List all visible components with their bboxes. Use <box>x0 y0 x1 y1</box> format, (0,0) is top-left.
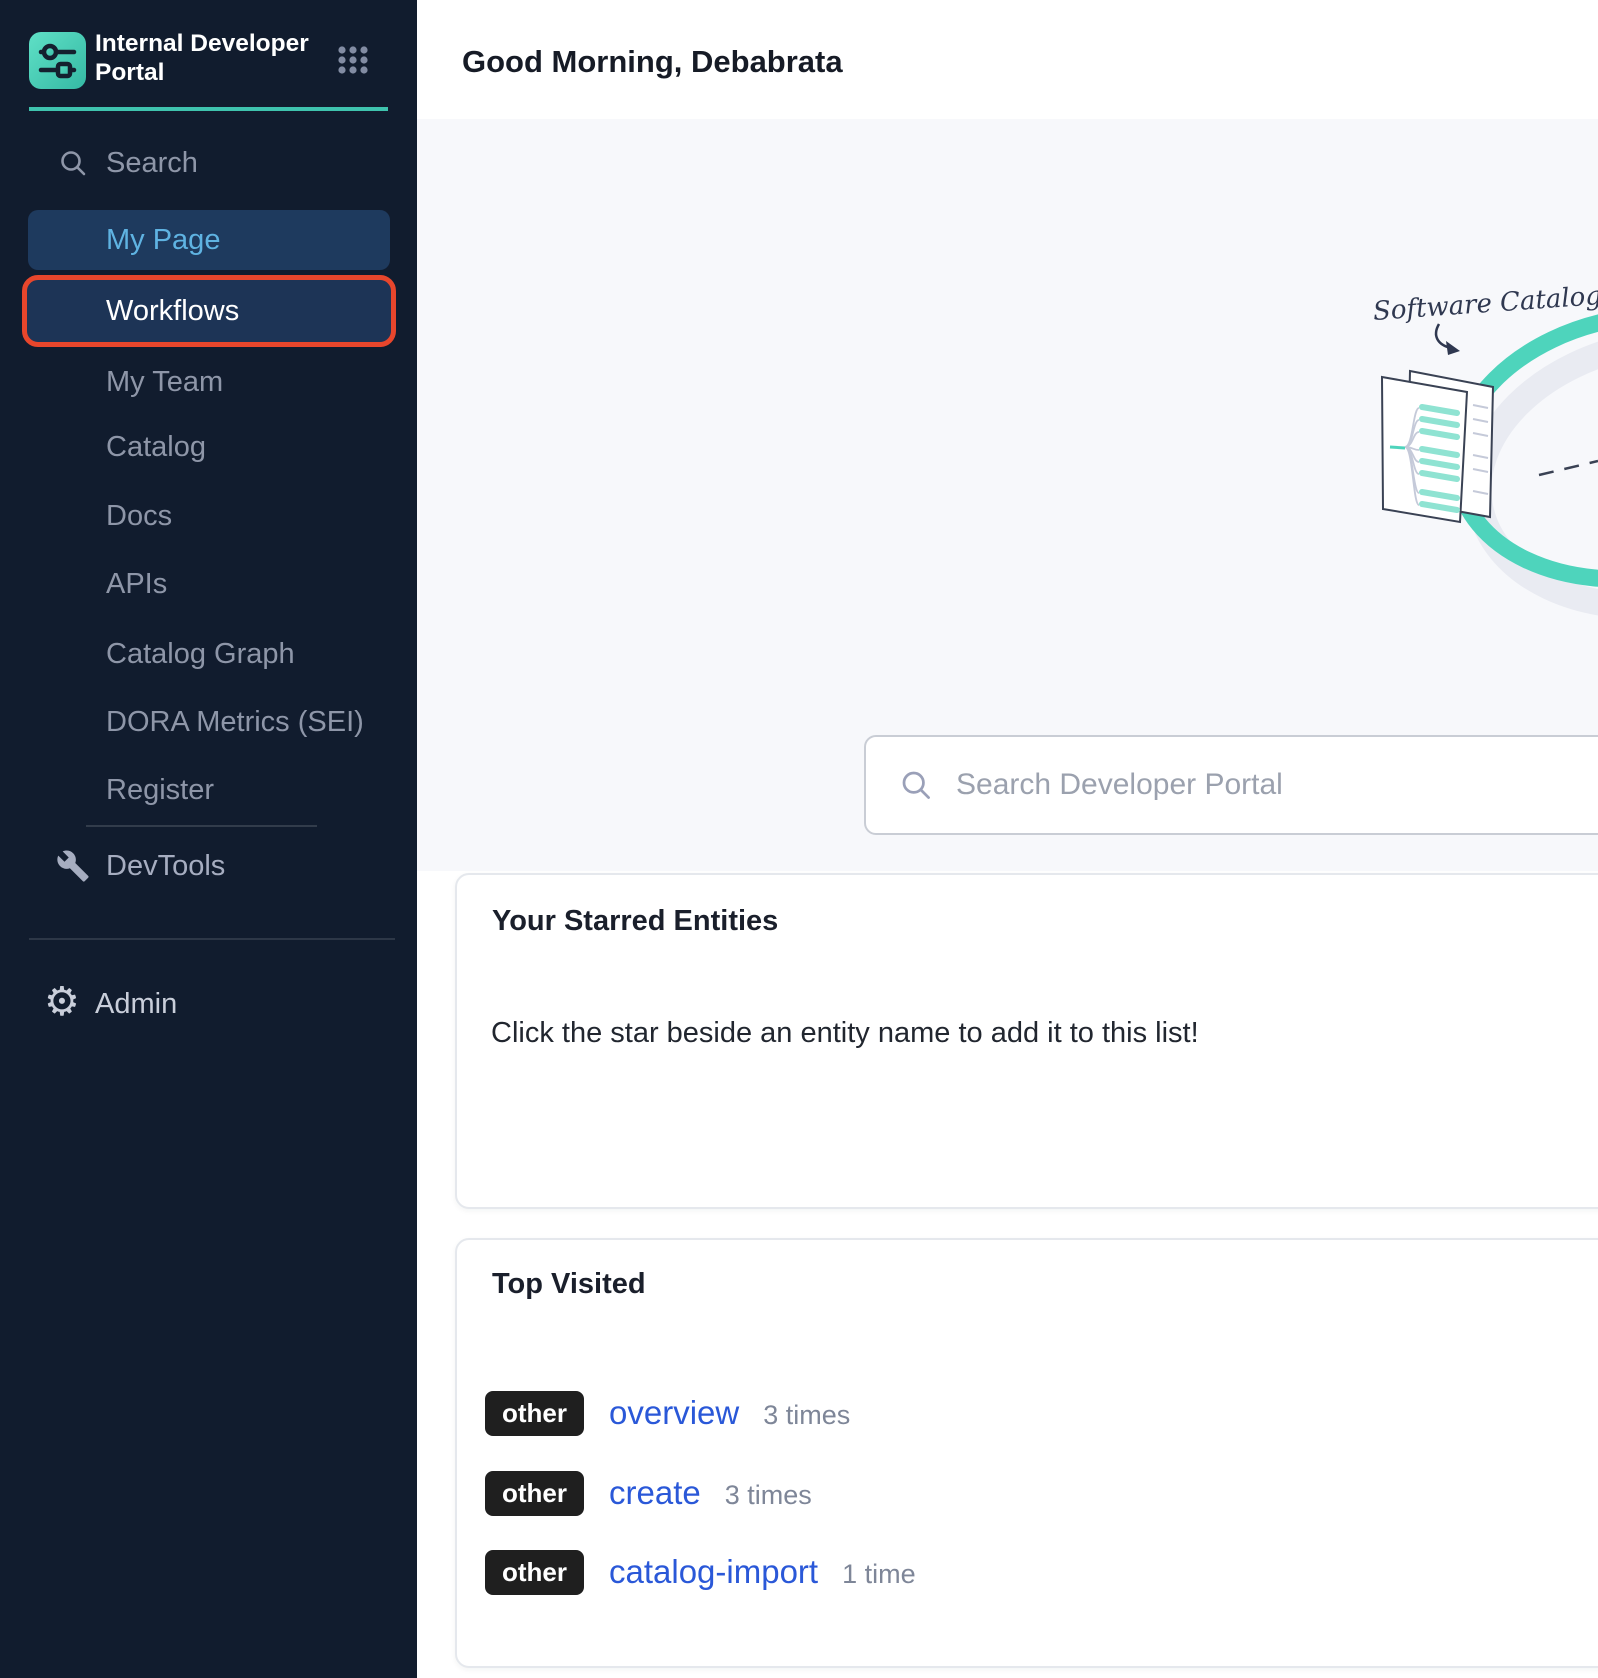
sidebar-item-devtools[interactable]: DevTools <box>0 844 417 888</box>
search-input[interactable] <box>954 767 1598 803</box>
sidebar-item-register[interactable]: Register <box>0 768 417 812</box>
gear-icon: ⚙ <box>44 980 80 1024</box>
internal-developer-portal-app: { "app": { "name": "Internal Developer P… <box>0 0 1598 1678</box>
search-icon <box>900 769 932 801</box>
sidebar-item-label: Docs <box>106 494 172 538</box>
visit-count: 3 times <box>763 1396 850 1431</box>
sidebar-item-label: DevTools <box>106 844 225 888</box>
app-title: Internal Developer Portal <box>95 29 330 87</box>
sidebar-item-docs[interactable]: Docs <box>0 494 417 538</box>
sidebar-item-label: Admin <box>95 982 177 1026</box>
page-title-greeting: Good Morning, Debabrata <box>462 44 843 80</box>
sidebar-item-label: Register <box>106 768 214 812</box>
sidebar-item-catalog-graph[interactable]: Catalog Graph <box>0 632 417 676</box>
search-icon <box>59 149 87 177</box>
top-visited-row: other create 3 times <box>485 1470 812 1516</box>
starred-empty-message: Click the star beside an entity name to … <box>491 1017 1199 1050</box>
sidebar-item-label: APIs <box>106 562 167 606</box>
visit-count: 3 times <box>725 1476 812 1511</box>
main-content: Good Morning, Debabrata <box>417 0 1598 1678</box>
card-title: Your Starred Entities <box>492 905 778 938</box>
starred-entities-card: Your Starred Entities Click the star bes… <box>455 873 1598 1209</box>
entity-link[interactable]: catalog-import <box>609 1553 818 1591</box>
app-launcher-grid-icon[interactable] <box>338 46 368 74</box>
sidebar-item-label: Catalog Graph <box>106 632 295 676</box>
kind-badge: other <box>485 1550 584 1595</box>
sidebar-item-label: Catalog <box>106 425 206 469</box>
illustration-label: Software Catalog <box>1372 281 1598 327</box>
kind-badge: other <box>485 1391 584 1436</box>
sidebar-item-workflows-annotated[interactable]: Workflows <box>22 275 396 347</box>
wrench-icon <box>56 849 90 883</box>
entity-link[interactable]: create <box>609 1474 701 1512</box>
sidebar-item-label: Workflows <box>106 280 239 342</box>
visit-count: 1 time <box>842 1555 916 1590</box>
sidebar-item-apis[interactable]: APIs <box>0 562 417 606</box>
dashed-line <box>1539 461 1598 475</box>
sidebar-accent-rule <box>29 107 388 111</box>
sidebar-item-catalog[interactable]: Catalog <box>0 425 417 469</box>
card-title: Top Visited <box>492 1268 646 1301</box>
top-visited-card: Top Visited other overview 3 times other… <box>455 1238 1598 1668</box>
hero-banner: Software Catalog <box>417 119 1598 871</box>
sidebar-item-admin[interactable]: ⚙ Admin <box>0 982 417 1026</box>
entity-link[interactable]: overview <box>609 1394 739 1432</box>
top-visited-row: other catalog-import 1 time <box>485 1549 916 1595</box>
sidebar-item-dora-metrics[interactable]: DORA Metrics (SEI) <box>0 700 417 744</box>
sidebar-item-label: My Page <box>106 210 220 270</box>
portal-search-bar[interactable] <box>864 735 1598 835</box>
sidebar-item-my-page[interactable]: My Page <box>28 210 390 270</box>
sidebar-divider <box>86 825 317 827</box>
sidebar-divider <box>29 938 395 940</box>
sidebar-item-label: My Team <box>106 360 223 404</box>
app-logo-icon <box>29 32 86 89</box>
sidebar-item-search[interactable]: Search <box>0 141 417 185</box>
sidebar-item-label: Search <box>106 141 198 185</box>
kind-badge: other <box>485 1471 584 1516</box>
sidebar-item-label: DORA Metrics (SEI) <box>106 700 364 744</box>
sidebar: Internal Developer Portal Search My Page… <box>0 0 417 1678</box>
top-visited-row: other overview 3 times <box>485 1390 850 1436</box>
sidebar-item-my-team[interactable]: My Team <box>0 360 417 404</box>
